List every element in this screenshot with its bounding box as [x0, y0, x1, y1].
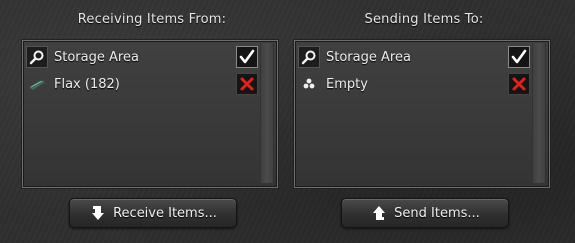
receiving-row-label: Storage Area: [54, 49, 139, 65]
close-icon: [512, 77, 526, 91]
receiving-scrollbar[interactable]: [260, 43, 274, 183]
receiving-row-storage-area[interactable]: Storage Area: [26, 46, 258, 68]
sending-title: Sending Items To:: [364, 12, 484, 27]
flax-icon: [26, 73, 48, 95]
arrow-up-icon: [370, 204, 388, 222]
pile-icon: [298, 73, 320, 95]
remove-button[interactable]: [236, 73, 258, 95]
receiving-list: Storage Area Flax (182): [22, 40, 278, 188]
checkbox-checked[interactable]: [508, 46, 530, 68]
sending-row-label: Storage Area: [326, 49, 411, 65]
magnifier-icon[interactable]: [298, 46, 320, 68]
remove-button[interactable]: [508, 73, 530, 95]
send-items-label: Send Items...: [394, 205, 480, 221]
receiving-title: Receiving Items From:: [77, 12, 227, 27]
send-items-button[interactable]: Send Items...: [341, 198, 509, 228]
sending-row-empty[interactable]: Empty: [298, 73, 530, 95]
sending-list: Storage Area Empty: [294, 40, 550, 188]
checkmark-icon: [239, 49, 255, 64]
checkbox-checked[interactable]: [236, 46, 258, 68]
close-icon: [240, 77, 254, 91]
sending-panel: Sending Items To: Storage Area Empty Sen…: [294, 0, 554, 243]
receiving-row-flax[interactable]: Flax (182): [26, 73, 258, 95]
arrow-down-icon: [89, 204, 107, 222]
sending-scrollbar[interactable]: [532, 43, 546, 183]
receiving-panel: Receiving Items From: Storage Area Flax …: [22, 0, 282, 243]
checkmark-icon: [511, 49, 527, 64]
receive-items-label: Receive Items...: [113, 205, 217, 221]
receive-items-button[interactable]: Receive Items...: [69, 198, 237, 228]
receiving-row-label: Flax (182): [54, 76, 120, 92]
magnifier-icon[interactable]: [26, 46, 48, 68]
sending-row-storage-area[interactable]: Storage Area: [298, 46, 530, 68]
sending-row-label: Empty: [326, 76, 368, 92]
